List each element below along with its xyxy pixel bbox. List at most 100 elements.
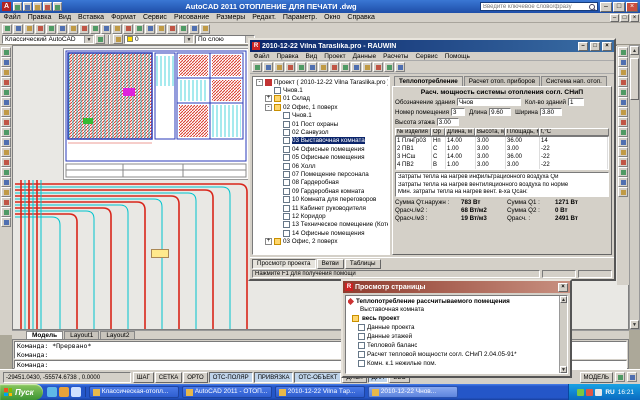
- draw-icon-multiline[interactable]: [1, 67, 11, 77]
- rauwin-menu-правка[interactable]: Правка: [273, 53, 302, 60]
- tree-item-10-комната-для-переговоров[interactable]: 10 Комната для переговоров: [254, 195, 388, 203]
- modify-icon-rotate[interactable]: [618, 107, 628, 117]
- modify-icon-mirror[interactable]: [618, 67, 628, 77]
- toolbar-icon-copy[interactable]: [79, 24, 89, 34]
- draw-icon-construction-line[interactable]: [1, 57, 11, 67]
- tab-система-нап-отоп[interactable]: Система нап. отоп.: [541, 76, 607, 86]
- toolbar-icon-paste[interactable]: [90, 24, 100, 34]
- qa-icon-undo[interactable]: [43, 2, 52, 11]
- draw-icon-insert-block[interactable]: [1, 157, 11, 167]
- preview-item-данные-проекта[interactable]: Данные проекта: [358, 323, 557, 332]
- task-2010-12-22-чнов[interactable]: 2010-12-22 Чнов...: [368, 386, 458, 398]
- table-row[interactable]: 4 ПВ2В1.003.003.00-22: [396, 161, 608, 169]
- tray-icon-volume[interactable]: [577, 389, 584, 396]
- rauwin-menu-расчеты[interactable]: Расчеты: [380, 53, 412, 60]
- bottom-tab-просмотр-проекта[interactable]: Просмотр проекта: [252, 259, 316, 269]
- bottom-tab-таблицы[interactable]: Таблицы: [345, 259, 381, 269]
- preview-subheading[interactable]: Выставочная комната: [348, 305, 557, 314]
- mode-button-отс-поляр[interactable]: ОТС-ПОЛЯР: [209, 372, 253, 383]
- scroll-down-arrow[interactable]: ▼: [630, 320, 639, 329]
- rauwin-icon-radiators[interactable]: [362, 62, 372, 72]
- modify-icon-array[interactable]: [618, 87, 628, 97]
- drawing-vertical-scrollbar[interactable]: ▲ ▼: [629, 45, 640, 330]
- clean-screen-icon[interactable]: [627, 372, 637, 382]
- tab-расчет-отоп-приборов[interactable]: Расчет отоп. приборов: [464, 76, 540, 86]
- rauwin-close-button[interactable]: ×: [602, 42, 612, 51]
- rauwin-menu-проект[interactable]: Проект: [321, 53, 349, 60]
- draw-icon-polyline[interactable]: [1, 77, 11, 87]
- chevron-down-icon[interactable]: ▼: [84, 36, 93, 43]
- model-paper-toggle[interactable]: МОДЕЛЬ: [580, 372, 613, 383]
- tree-item-14-офисные-помещения[interactable]: 14 Офисные помещения: [254, 229, 388, 237]
- preview-titlebar[interactable]: R Просмотр страницы ×: [343, 281, 570, 293]
- maximize-button[interactable]: □: [613, 2, 625, 12]
- quicklaunch-show-desktop[interactable]: [47, 387, 57, 397]
- toolbar-icon-qnew[interactable]: [2, 24, 12, 34]
- tree-item-чнов-1[interactable]: Чнов.1: [254, 86, 388, 94]
- qa-icon-qnew[interactable]: [13, 2, 22, 11]
- table-row[interactable]: 1 ПлнГр03Нп14.003.0036.0014: [396, 137, 608, 145]
- draw-icon-ellipse[interactable]: [1, 147, 11, 157]
- minimize-button[interactable]: –: [600, 2, 612, 12]
- workspace-combo[interactable]: Классический AutoCAD ▼: [2, 35, 94, 44]
- quicklaunch-internet-explorer[interactable]: [59, 387, 69, 397]
- toolbar-icon-plot-preview[interactable]: [46, 24, 56, 34]
- draw-icon-revision-cloud[interactable]: [1, 127, 11, 137]
- modify-icon-move[interactable]: [618, 97, 628, 107]
- tree-item-проект-2010-12-22-vilna-taraslika-pro[interactable]: - Проект ( 2010-12-22 Vilna Taraslika.pr…: [254, 78, 388, 86]
- table-body[interactable]: 1 ПлнГр03Нп14.003.0036.00142 ПВ1С1.003.0…: [395, 136, 609, 170]
- menu-правка[interactable]: Правка: [24, 14, 55, 21]
- autocad-app-icon[interactable]: A: [2, 2, 11, 11]
- draw-icon-region[interactable]: [1, 207, 11, 217]
- task-2010-12-22-vilna-тар[interactable]: 2010-12-22 Vilna Тар...: [275, 386, 365, 398]
- modify-icon-extend[interactable]: [618, 147, 628, 157]
- tree-item-02-офис-1-поверх[interactable]: - 02 Офис, 1 поверх: [254, 103, 388, 111]
- menu-размеры[interactable]: Размеры: [213, 14, 249, 21]
- menu-файл[interactable]: Файл: [0, 14, 24, 21]
- tree-item-05-офисные-помещения[interactable]: 05 Офисные помещения: [254, 154, 388, 162]
- modify-icon-explode[interactable]: [618, 187, 628, 197]
- modify-icon-trim[interactable]: [618, 137, 628, 147]
- start-button[interactable]: Пуск: [0, 384, 43, 400]
- menu-формат[interactable]: Формат: [108, 14, 140, 21]
- toolbar-icon-properties[interactable]: [178, 24, 188, 34]
- layout-tab-layout1[interactable]: Layout1: [64, 331, 99, 339]
- rauwin-icon-results[interactable]: [384, 62, 394, 72]
- modify-icon-offset[interactable]: [618, 77, 628, 87]
- calc-notes[interactable]: Затраты тепла на нагрев инфильтрационног…: [395, 172, 609, 197]
- tree-item-11-кабинет-руководителя[interactable]: 11 Кабинет руководителя: [254, 204, 388, 212]
- toolbar-icon-zoom-previous[interactable]: [167, 24, 177, 34]
- table-row[interactable]: 3 НСшС14.003.0036.00-22: [396, 153, 608, 161]
- qa-icon-plot[interactable]: [53, 2, 62, 11]
- rauwin-icon-heat-demand[interactable]: [351, 62, 361, 72]
- preview-scrollbar[interactable]: ▲ ▼: [559, 296, 567, 373]
- draw-icon-spline[interactable]: [1, 137, 11, 147]
- toolbar-icon-zoom-window[interactable]: [156, 24, 166, 34]
- search-input[interactable]: [481, 4, 589, 10]
- layout-tab-модель[interactable]: Модель: [26, 331, 63, 339]
- rauwin-menu-вид[interactable]: Вид: [302, 53, 321, 60]
- tree-expand-toggle[interactable]: +: [265, 238, 272, 245]
- rauwin-minimize-button[interactable]: –: [578, 42, 588, 51]
- quicklaunch-media-player[interactable]: [71, 387, 81, 397]
- table-row[interactable]: 2 ПВ1С1.003.003.00-22: [396, 145, 608, 153]
- tree-item-чнов-1[interactable]: Чнов.1: [254, 112, 388, 120]
- rauwin-titlebar[interactable]: R 2010-12-22 Vilna Taraslika.pro - RAUWI…: [250, 40, 614, 52]
- menu-рисование[interactable]: Рисование: [170, 14, 212, 21]
- draw-icon-gradient[interactable]: [1, 197, 11, 207]
- tree-item-13-техническое-помещение-котельня[interactable]: 13 Техническое помещение (Котельня): [254, 221, 388, 229]
- preview-item-тепловой-баланс[interactable]: Тепловой баланс: [358, 341, 557, 350]
- toolbar-icon-zoom-realtime[interactable]: [145, 24, 155, 34]
- mdi-minimize-button[interactable]: –: [610, 14, 619, 22]
- preview-item-данные-этажей[interactable]: Данные этажей: [358, 332, 557, 341]
- tree-item-01-склад[interactable]: + 01 Склад: [254, 95, 388, 103]
- toolbar-icon-undo[interactable]: [112, 24, 122, 34]
- rauwin-icon-new[interactable]: [252, 62, 262, 72]
- menu-редакт[interactable]: Редакт.: [249, 14, 280, 21]
- layer-properties-icon[interactable]: [113, 34, 123, 44]
- modify-icon-stretch[interactable]: [618, 127, 628, 137]
- language-indicator[interactable]: RU: [605, 389, 614, 396]
- toolbar-icon-design-center[interactable]: [189, 24, 199, 34]
- menu-параметр[interactable]: Параметр.: [279, 14, 320, 21]
- rauwin-menu-сервис[interactable]: Сервис: [412, 53, 441, 60]
